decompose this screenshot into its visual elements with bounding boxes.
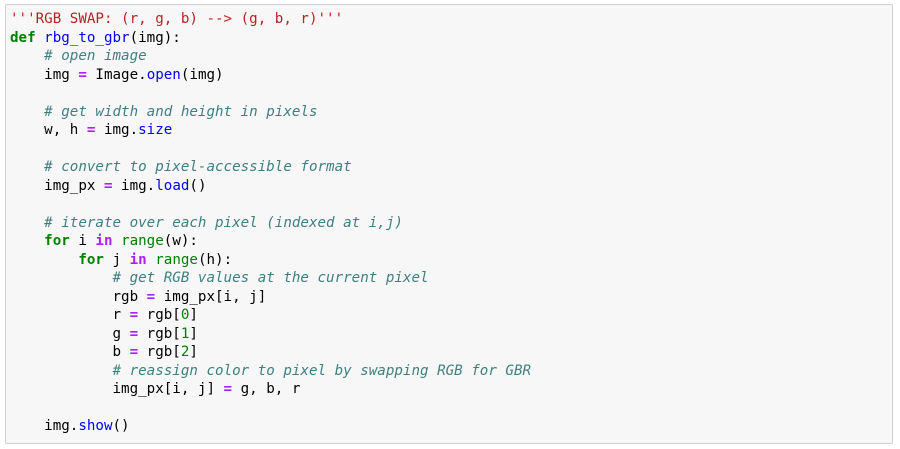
code-token-plain: g [10,325,130,342]
code-token-attr: open [146,66,181,83]
code-line: # open image [10,47,531,66]
code-token-op: = [129,325,139,342]
code-token-plain: img. [112,177,156,194]
code-token-plain: img. [10,418,79,434]
code-token-com: # convert to pixel-accessible format [44,159,352,175]
code-token-fn: range [121,233,164,249]
code-token-plain: img_px[i, j] [155,288,267,305]
code-token-plain: r [10,307,130,323]
code-token-kw: for [44,233,70,249]
code-token-plain: i [69,233,96,249]
code-cell[interactable]: '''RGB SWAP: (r, g, b) --> (g, b, r)''' d… [5,4,893,444]
code-token-plain: () [112,418,130,434]
code-token-kw: for [78,251,104,268]
code-token-op: = [129,307,139,323]
code-token-plain: ] [189,325,198,342]
code-token-plain: img_px[i, j] [10,381,224,397]
code-token-plain: g, b, r [232,381,301,397]
code-token-plain: img. [95,122,139,138]
code-line: w, h = img.size [10,121,531,140]
code-token-plain: rgb[ [138,344,181,360]
code-line: # iterate over each pixel (indexed at i,… [10,214,531,233]
code-line: img_px = img.load() [10,177,531,196]
code-line: # get RGB values at the current pixel [10,269,531,288]
code-token-op: = [129,344,139,360]
code-token-com: # reassign color to pixel by swapping RG… [112,362,532,379]
code-line: img.show() [10,417,531,436]
code-token-com: # iterate over each pixel (indexed at i,… [44,214,403,231]
code-line: rgb = img_px[i, j] [10,288,531,307]
code-token-plain: w, h [10,122,87,138]
code-token-op: = [78,66,87,83]
code-token-fn: range [155,251,198,268]
code-token-plain: b [10,344,130,360]
code-token-plain: img [10,66,79,83]
code-token-plain: rgb [10,288,147,305]
code-line: def rbg_to_gbr(img): [10,29,531,48]
code-token-plain: Image. [86,66,147,83]
code-token-plain: j [103,251,130,268]
code-token-op: = [103,177,113,194]
code-token-plain: () [189,177,207,194]
code-token-kw: def [10,29,36,46]
code-line: b = rgb[2] [10,343,531,362]
code-token-plain: ] [189,344,198,360]
code-line: img_px[i, j] = g, b, r [10,380,531,399]
code-line: for i in range(w): [10,232,531,251]
code-token-plain: (h): [197,251,233,268]
code-token-op: = [223,381,233,397]
code-token-op: = [146,288,156,305]
code-token-com: # get width and height in pixels [44,103,318,120]
code-token-def: rbg_to_gbr [44,29,130,46]
code-line: img = Image.open(img) [10,66,531,85]
code-token-plain: rgb[ [138,307,181,323]
code-line: for j in range(h): [10,251,531,270]
code-token-plain: (img) [180,66,224,83]
code-line: # reassign color to pixel by swapping RG… [10,362,532,381]
code-token-attr: show [78,418,113,434]
code-token-plain: (img): [129,29,181,46]
code-token-plain: (w): [163,233,198,249]
code-token-op: in [95,233,113,249]
code-token-plain: rgb[ [138,325,181,342]
code-token-com: # get RGB values at the current pixel [112,270,429,286]
code-token-attr: size [138,122,173,138]
code-line: # convert to pixel-accessible format [10,158,531,177]
code-line: # get width and height in pixels [10,103,531,122]
code-token-op: in [129,251,147,268]
code-line: g = rgb[1] [10,325,531,344]
code-line: '''RGB SWAP: (r, g, b) --> (g, b, r)''' [10,10,531,29]
code-token-attr: load [155,177,190,194]
code-editor[interactable]: '''RGB SWAP: (r, g, b) --> (g, b, r)''' d… [10,10,531,436]
code-line: r = rgb[0] [10,306,531,325]
code-token-str: '''RGB SWAP: (r, g, b) --> (g, b, r)''' [10,11,344,27]
code-token-plain: img_px [10,177,104,194]
code-token-com: # open image [44,48,147,64]
code-token-plain: ] [189,307,198,323]
